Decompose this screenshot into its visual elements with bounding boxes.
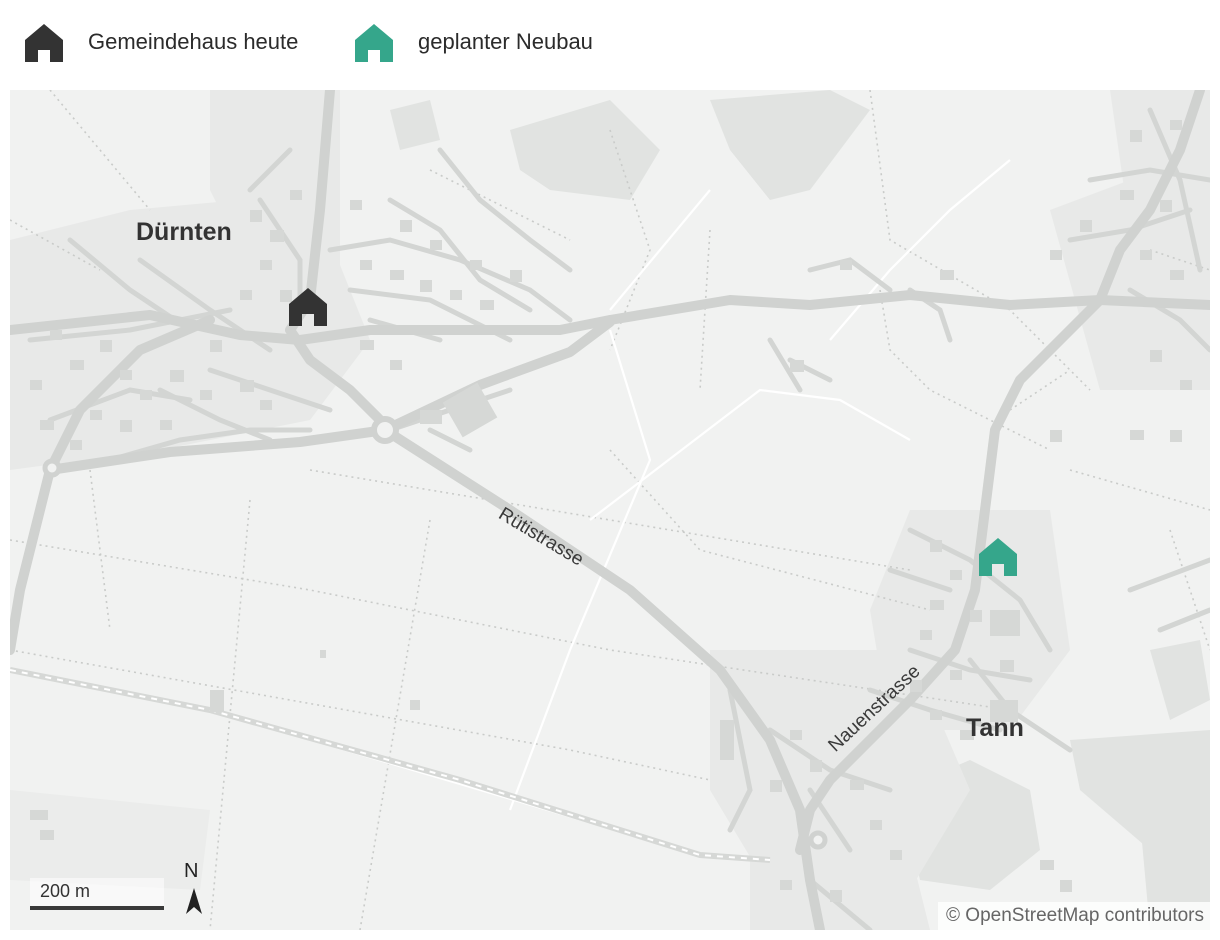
marker-geplanter-neubau[interactable] [978, 536, 1018, 576]
house-icon [355, 24, 393, 62]
legend-label-current: Gemeindehaus heute [88, 29, 299, 54]
marker-gemeindehaus-heute[interactable] [288, 286, 328, 326]
map-attribution[interactable]: © OpenStreetMap contributors [938, 902, 1210, 930]
north-arrow-icon [186, 888, 202, 914]
north-arrow: N [182, 860, 206, 916]
place-label-tann: Tann [966, 714, 1024, 742]
legend-label-planned: geplanter Neubau [418, 29, 593, 54]
north-label: N [184, 860, 199, 882]
map-canvas[interactable]: Dürnten Tann Rütistrasse Nauenstrasse 20… [10, 90, 1210, 930]
map-base-layer [10, 90, 1210, 930]
scale-bar: 200 m [30, 874, 170, 910]
place-label-duernten: Dürnten [136, 218, 232, 246]
map-legend: Gemeindehaus heute geplanter Neubau [0, 0, 1220, 88]
house-icon [25, 24, 63, 62]
scale-label: 200 m [40, 881, 91, 901]
scale-line [30, 906, 164, 910]
legend-item-planned: geplanter Neubau [354, 22, 593, 62]
legend-item-current: Gemeindehaus heute [24, 22, 298, 62]
